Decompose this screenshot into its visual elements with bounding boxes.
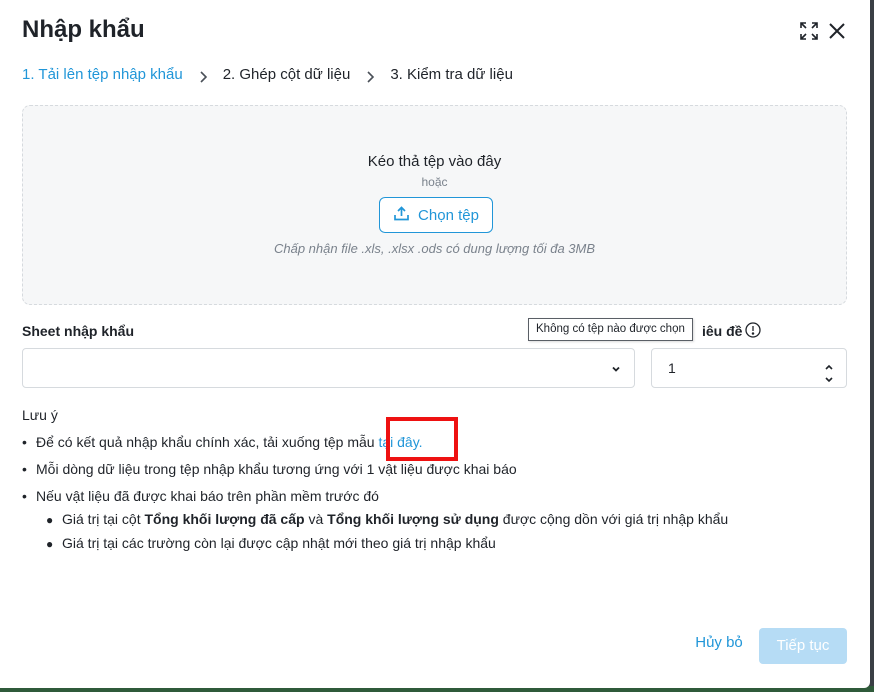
chevron-up-icon[interactable] (824, 358, 834, 370)
note-text: Nếu vật liệu đã được khai báo trên phần … (36, 488, 379, 504)
chevron-down-icon[interactable] (824, 371, 834, 383)
choose-file-label: Chọn tệp (418, 206, 479, 224)
upload-icon (393, 205, 410, 226)
expand-icon[interactable] (798, 20, 820, 42)
dropzone-title: Kéo thả tệp vào đây (367, 153, 502, 170)
note-text: Mỗi dòng dữ liệu trong tệp nhập khẩu tươ… (36, 461, 517, 477)
file-dropzone[interactable]: Kéo thả tệp vào đây hoặc Chọn tệp Chấp n… (22, 105, 847, 305)
choose-file-button[interactable]: Chọn tệp (379, 197, 493, 233)
header-row-label: iêu đề (702, 323, 743, 339)
header-row-value: 1 (668, 360, 676, 376)
sheet-label: Sheet nhập khẩu (22, 323, 135, 339)
template-download-link[interactable]: tại đây. (378, 434, 422, 450)
import-dialog: Nhập khẩu 1. Tải lên tệp nhập khẩu 2. Gh… (0, 0, 870, 688)
dialog-title: Nhập khẩu (22, 16, 145, 43)
close-icon[interactable] (826, 20, 848, 42)
sheet-select[interactable] (22, 348, 635, 388)
note-item: • Mỗi dòng dữ liệu trong tệp nhập khẩu tư… (22, 461, 517, 477)
header-row-number-input[interactable]: 1 (651, 348, 847, 388)
dropzone-hint: Chấp nhận file .xls, .xlsx .ods có dung … (273, 241, 596, 256)
next-button[interactable]: Tiếp tục (759, 628, 847, 664)
chevron-right-icon (364, 70, 378, 84)
chevron-right-icon (197, 70, 211, 84)
note-text: Để có kết quả nhập khẩu chính xác, tải x… (36, 434, 375, 450)
notes-title: Lưu ý (22, 407, 58, 423)
step-check-data[interactable]: 3. Kiểm tra dữ liệu (390, 66, 513, 83)
sub-note-item: ● Giá trị tại các trường còn lại được cập… (46, 535, 496, 551)
sub-note-item: ● Giá trị tại cột Tổng khối lượng đã cấp … (46, 511, 729, 527)
chevron-down-icon (610, 362, 622, 380)
cancel-button[interactable]: Hủy bỏ (689, 634, 749, 660)
stepper: 1. Tải lên tệp nhập khẩu 2. Ghép cột dữ … (22, 66, 513, 83)
note-item: • Nếu vật liệu đã được khai báo trên phần… (22, 488, 379, 504)
tooltip: Không có tệp nào được chọn (528, 318, 693, 341)
dropzone-or: hoặc (421, 175, 448, 189)
note-item: • Để có kết quả nhập khẩu chính xác, tải … (22, 434, 423, 450)
info-icon[interactable] (745, 322, 761, 338)
step-upload[interactable]: 1. Tải lên tệp nhập khẩu (22, 66, 183, 83)
step-map-columns[interactable]: 2. Ghép cột dữ liệu (223, 66, 351, 83)
